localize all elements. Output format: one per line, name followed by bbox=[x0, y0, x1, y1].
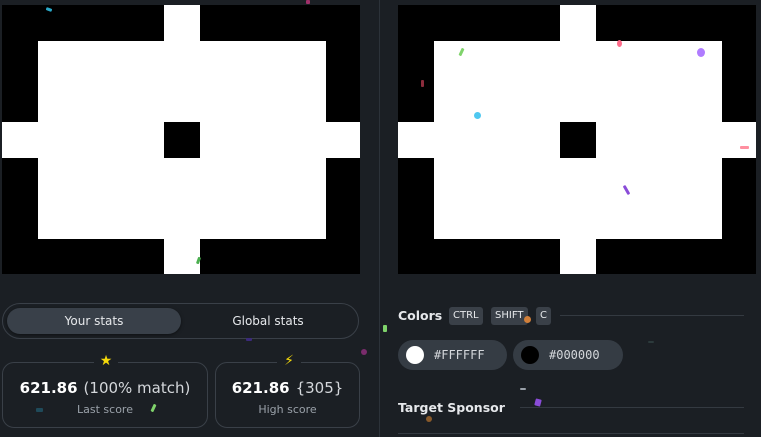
high-score-count: {305} bbox=[295, 379, 344, 397]
panel-divider bbox=[379, 0, 380, 437]
confetti-piece bbox=[524, 316, 531, 323]
high-score-line: 621.86 {305} bbox=[216, 379, 359, 397]
target-sponsor-divider bbox=[520, 407, 744, 408]
last-score-card: ★ 621.86 (100% match) Last score bbox=[2, 352, 208, 428]
last-score-label: Last score bbox=[77, 403, 133, 416]
star-icon: ★ bbox=[94, 352, 118, 370]
top-tab bbox=[560, 5, 596, 41]
confetti-piece bbox=[421, 80, 424, 87]
colors-heading: Colors bbox=[398, 308, 443, 323]
confetti-piece bbox=[246, 338, 252, 341]
color-dot-black bbox=[521, 346, 539, 364]
confetti-piece bbox=[36, 408, 43, 412]
left-tab bbox=[398, 122, 434, 158]
high-score-value: 621.86 bbox=[231, 379, 290, 397]
target-canvas bbox=[398, 5, 756, 274]
confetti-piece bbox=[617, 40, 622, 47]
confetti-piece bbox=[520, 388, 526, 390]
confetti-piece bbox=[648, 341, 654, 343]
color-swatch-black[interactable]: #000000 bbox=[513, 340, 623, 370]
shortcut-key-c: C bbox=[536, 307, 551, 325]
tab-your-stats[interactable]: Your stats bbox=[7, 308, 181, 334]
last-score-value: 621.86 bbox=[19, 379, 78, 397]
bottom-tab bbox=[560, 239, 596, 274]
confetti-piece bbox=[361, 349, 367, 355]
output-canvas[interactable] bbox=[2, 5, 360, 274]
tab-global-stats[interactable]: Global stats bbox=[181, 308, 355, 334]
colors-divider bbox=[560, 315, 744, 316]
stats-tab-bar: Your stats Global stats bbox=[2, 303, 359, 339]
confetti-piece bbox=[306, 0, 310, 4]
confetti-piece bbox=[474, 112, 481, 119]
lightning-icon: ⚡ bbox=[277, 352, 301, 370]
right-tab bbox=[722, 122, 756, 158]
top-tab bbox=[164, 5, 200, 41]
left-tab bbox=[2, 122, 38, 158]
shortcut-key-shift: SHIFT bbox=[491, 307, 528, 325]
confetti-piece bbox=[534, 398, 542, 407]
high-score-label: High score bbox=[258, 403, 317, 416]
target-sponsor-heading: Target Sponsor bbox=[398, 400, 505, 415]
color-dot-white bbox=[406, 346, 424, 364]
color-swatch-white[interactable]: #FFFFFF bbox=[398, 340, 507, 370]
center-hole bbox=[164, 122, 200, 158]
bottom-tab bbox=[164, 239, 200, 274]
high-score-card: ⚡ 621.86 {305} High score bbox=[215, 352, 360, 428]
color-hex-black: #000000 bbox=[549, 348, 600, 362]
shortcut-key-ctrl: CTRL bbox=[449, 307, 483, 325]
center-hole bbox=[560, 122, 596, 158]
confetti-piece bbox=[383, 325, 387, 332]
right-tab bbox=[326, 122, 360, 158]
bottom-divider bbox=[398, 433, 744, 434]
last-score-match: (100% match) bbox=[83, 379, 191, 397]
confetti-piece bbox=[426, 416, 432, 422]
color-hex-white: #FFFFFF bbox=[434, 348, 485, 362]
last-score-line: 621.86 (100% match) bbox=[3, 379, 207, 397]
confetti-piece bbox=[740, 146, 749, 149]
confetti-piece bbox=[697, 48, 705, 57]
